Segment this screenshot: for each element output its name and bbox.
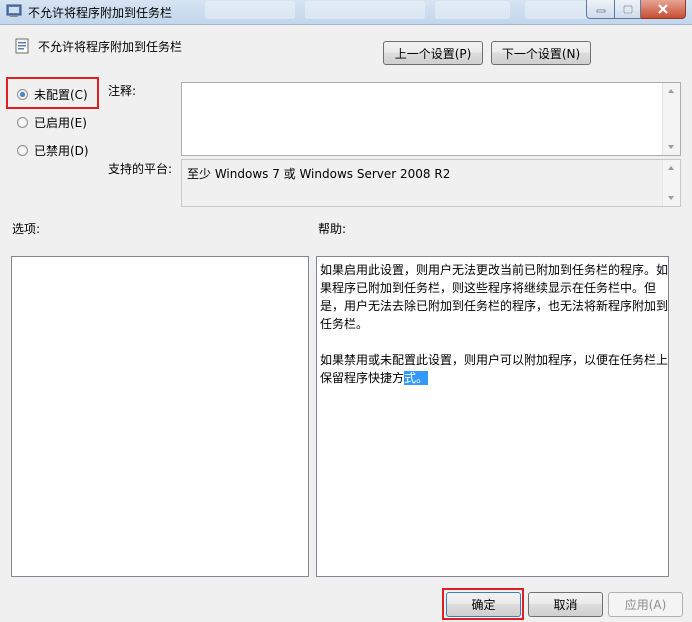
help-text: 如果启用此设置，则用户无法更改当前已附加到任务栏的程序。如果程序已附加到任务栏，…	[320, 261, 670, 405]
help-pane[interactable]: 如果启用此设置，则用户无法更改当前已附加到任务栏的程序。如果程序已附加到任务栏，…	[316, 256, 669, 577]
comment-label: 注释:	[108, 84, 137, 98]
radio-button[interactable]	[17, 116, 28, 128]
options-section-label: 选项:	[12, 222, 41, 236]
maximize-icon	[622, 4, 633, 14]
background-window-ghost	[305, 1, 425, 19]
policy-icon	[6, 4, 22, 17]
next-setting-button[interactable]: 下一个设置(N)	[491, 41, 591, 65]
platform-value: 至少 Windows 7 或 Windows Server 2008 R2	[187, 167, 451, 181]
maximize-button[interactable]	[615, 0, 641, 19]
window-title: 不允许将程序附加到任务栏	[28, 6, 173, 20]
comment-textarea[interactable]	[181, 82, 681, 156]
apply-button: 应用(A)	[608, 592, 683, 617]
title-bar: 不允许将程序附加到任务栏	[0, 0, 692, 25]
help-section-label: 帮助:	[318, 222, 347, 236]
platform-label: 支持的平台:	[108, 162, 173, 176]
close-button[interactable]	[641, 0, 686, 19]
background-window-ghost	[435, 1, 510, 19]
minimize-button[interactable]	[586, 0, 615, 19]
window-controls	[586, 0, 686, 19]
background-window-ghost	[525, 1, 590, 19]
policy-setting-icon	[15, 38, 29, 54]
radio-label: 已禁用(D)	[34, 143, 89, 158]
radio-label: 已启用(E)	[34, 115, 87, 130]
selected-text: 式。	[404, 371, 429, 385]
policy-title: 不允许将程序附加到任务栏	[38, 40, 183, 54]
comment-scrollbar[interactable]	[662, 83, 680, 155]
scroll-up-icon[interactable]	[668, 89, 674, 93]
background-window-ghost	[205, 1, 295, 19]
scroll-up-icon[interactable]	[668, 166, 674, 170]
highlight-box	[442, 588, 524, 620]
platform-scrollbar[interactable]	[662, 160, 680, 206]
help-paragraph: 如果启用此设置，则用户无法更改当前已附加到任务栏的程序。如果程序已附加到任务栏，…	[320, 263, 669, 331]
highlight-box	[6, 77, 99, 109]
previous-setting-button[interactable]: 上一个设置(P)	[383, 41, 483, 65]
radio-button[interactable]	[17, 144, 28, 156]
options-pane	[11, 256, 309, 577]
cancel-button[interactable]: 取消	[528, 592, 603, 617]
scroll-down-icon[interactable]	[668, 145, 674, 149]
radio-disabled[interactable]: 已禁用(D)	[17, 141, 89, 159]
close-icon	[658, 4, 668, 14]
radio-enabled[interactable]: 已启用(E)	[17, 113, 87, 131]
platform-field: 至少 Windows 7 或 Windows Server 2008 R2	[181, 159, 681, 207]
minimize-icon	[596, 9, 605, 13]
help-paragraph: 如果禁用或未配置此设置，则用户可以附加程序，以便在任务栏上保留程序快捷方式。	[320, 351, 670, 387]
help-paragraph-text: 如果禁用或未配置此设置，则用户可以附加程序，以便在任务栏上保留程序快捷方	[320, 353, 669, 385]
scroll-down-icon[interactable]	[668, 196, 674, 200]
